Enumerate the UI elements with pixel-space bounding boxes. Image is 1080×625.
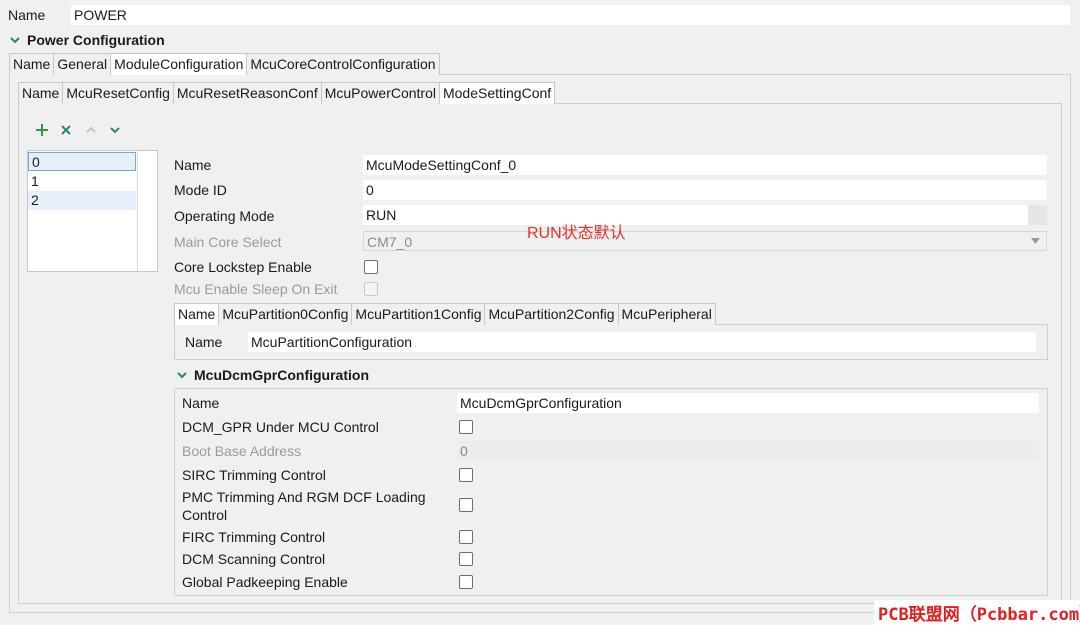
plus-icon (36, 124, 48, 136)
pmc-trimming-checkbox[interactable] (459, 498, 473, 512)
main-core-select-value: CM7_0 (367, 234, 413, 250)
partition-name-input[interactable]: McuPartitionConfiguration (248, 332, 1036, 352)
add-button[interactable] (32, 120, 52, 140)
remove-button[interactable] (56, 120, 76, 140)
chevron-down-icon[interactable] (9, 34, 21, 46)
list-item-label: 0 (32, 154, 40, 170)
dcm-gpr-mcu-control-label: DCM_GPR Under MCU Control (182, 419, 379, 435)
tab-partition-name[interactable]: Name (174, 303, 220, 325)
sirc-trimming-label: SIRC Trimming Control (182, 467, 326, 483)
operating-mode-label: Operating Mode (174, 208, 275, 224)
annotation-text: RUN状态默认 (527, 225, 626, 242)
mcu-sleep-exit-label: Mcu Enable Sleep On Exit (174, 281, 338, 297)
partition-tab-bar: Name McuPartition0Config McuPartition1Co… (174, 303, 716, 325)
watermark-text: PCB联盟网（Pcbbar.com） (874, 600, 1080, 625)
power-config-title: Power Configuration (27, 32, 165, 48)
list-item-label: 2 (31, 192, 39, 208)
mode-id-input[interactable]: 0 (363, 180, 1047, 200)
item-list[interactable]: 0 1 2 (27, 150, 158, 272)
name-input[interactable]: McuModeSettingConf_0 (363, 155, 1047, 175)
tab-inner-name[interactable]: Name (18, 82, 64, 104)
dcm-gpr-section-title: McuDcmGprConfiguration (194, 367, 369, 383)
dcm-name-input[interactable]: McuDcmGprConfiguration (457, 393, 1039, 413)
chevron-down-icon[interactable] (176, 369, 188, 381)
firc-trimming-checkbox[interactable] (459, 530, 473, 544)
tab-mcu-partition0[interactable]: McuPartition0Config (218, 303, 353, 325)
operating-mode-input[interactable]: RUN (363, 205, 1028, 225)
firc-trimming-label: FIRC Trimming Control (182, 529, 326, 545)
list-item[interactable]: 1 (28, 172, 136, 191)
name-label: Name (174, 157, 212, 173)
boot-base-address-input: 0 (457, 441, 1039, 461)
global-padkeeping-label: Global Padkeeping Enable (182, 574, 348, 590)
move-up-button[interactable] (81, 120, 101, 140)
outer-tab-bar: Name General ModuleConfiguration McuCore… (9, 53, 440, 75)
tab-mode-setting-conf[interactable]: ModeSettingConf (438, 82, 556, 104)
chevron-up-icon (86, 126, 96, 133)
dropdown-arrow-icon (1031, 238, 1040, 244)
partition-name-label: Name (185, 334, 223, 350)
tab-mcu-peripheral[interactable]: McuPeripheral (617, 303, 716, 325)
tab-outer-mcu-core-control[interactable]: McuCoreControlConfiguration (246, 53, 440, 75)
pmc-trimming-label-line2: Control (182, 507, 228, 523)
tab-outer-module-configuration[interactable]: ModuleConfiguration (110, 53, 248, 75)
list-item[interactable]: 0 (28, 152, 136, 171)
global-padkeeping-checkbox[interactable] (459, 575, 473, 589)
list-scrollbar[interactable] (137, 151, 138, 271)
mode-id-label: Mode ID (174, 182, 227, 198)
tab-mcu-partition1[interactable]: McuPartition1Config (351, 303, 486, 325)
top-name-input[interactable]: POWER (71, 5, 1070, 25)
main-core-select-dropdown: CM7_0 (363, 231, 1047, 251)
move-down-button[interactable] (105, 120, 125, 140)
tab-mcu-partition2[interactable]: McuPartition2Config (484, 303, 619, 325)
pmc-trimming-label-line1: PMC Trimming And RGM DCF Loading (182, 489, 426, 505)
tab-mcu-power-control[interactable]: McuPowerControl (320, 82, 440, 104)
top-name-label: Name (8, 7, 46, 23)
main-core-select-label: Main Core Select (174, 234, 282, 250)
dcm-gpr-mcu-control-checkbox[interactable] (459, 420, 473, 434)
tab-outer-general[interactable]: General (53, 53, 112, 75)
tab-mcu-reset-config[interactable]: McuResetConfig (62, 82, 174, 104)
list-item[interactable]: 2 (28, 191, 136, 210)
tab-mcu-reset-reason-conf[interactable]: McuResetReasonConf (172, 82, 322, 104)
mcu-sleep-exit-checkbox (364, 282, 378, 296)
boot-base-address-label: Boot Base Address (182, 443, 302, 459)
core-lockstep-checkbox[interactable] (364, 260, 378, 274)
dcm-name-label: Name (182, 395, 220, 411)
operating-mode-side (1028, 205, 1047, 225)
tab-outer-name[interactable]: Name (9, 53, 55, 75)
dcm-scanning-label: DCM Scanning Control (182, 551, 326, 567)
inner-tab-bar: Name McuResetConfig McuResetReasonConf M… (18, 82, 556, 104)
list-item-label: 1 (31, 173, 39, 189)
dcm-scanning-checkbox[interactable] (459, 552, 473, 566)
core-lockstep-label: Core Lockstep Enable (174, 259, 312, 275)
chevron-down-icon (110, 127, 120, 134)
sirc-trimming-checkbox[interactable] (459, 468, 473, 482)
close-icon (61, 125, 71, 135)
